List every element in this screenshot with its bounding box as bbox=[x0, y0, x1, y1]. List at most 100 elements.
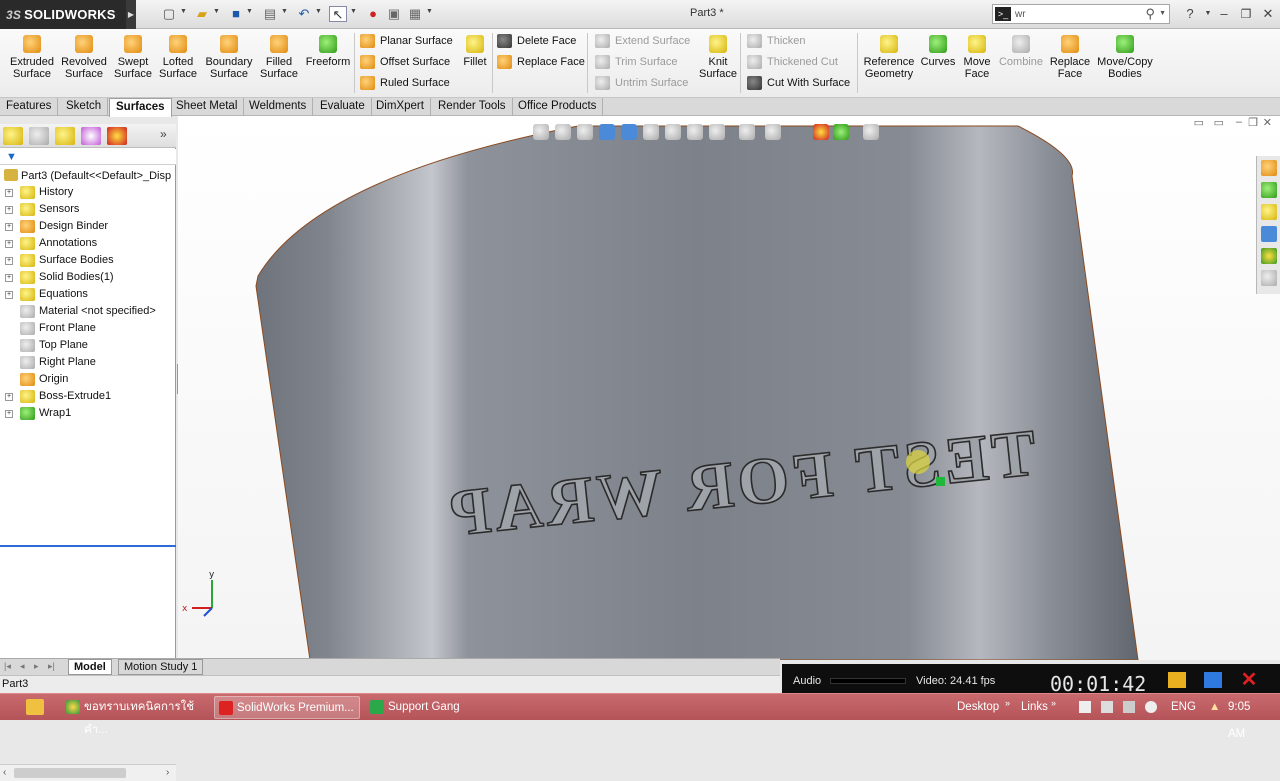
zoom-out-icon[interactable] bbox=[665, 124, 681, 140]
thicken-button[interactable]: Thicken bbox=[747, 32, 806, 50]
appearances-scenes-icon[interactable] bbox=[1261, 248, 1277, 264]
tab-render-tools[interactable]: Render Tools bbox=[432, 98, 513, 116]
tray-network-icon[interactable] bbox=[1123, 701, 1135, 713]
expand-toggle-icon[interactable]: + bbox=[5, 291, 13, 299]
search-box[interactable]: >_ ⚲ ▼ bbox=[992, 4, 1170, 24]
print-dropdown-icon[interactable]: ▼ bbox=[281, 8, 288, 15]
replace-face-button[interactable]: Replace Face bbox=[1046, 35, 1094, 93]
tree-item-origin[interactable]: Origin bbox=[0, 371, 176, 388]
expand-toggle-icon[interactable]: + bbox=[5, 240, 13, 248]
panel-horizontal-scrollbar[interactable]: ‹ › bbox=[0, 764, 176, 781]
prev-tab-icon[interactable]: ◂ bbox=[20, 661, 25, 672]
move-copy-bodies-button[interactable]: Move/Copy Bodies bbox=[1096, 35, 1154, 93]
solidworks-resources-icon[interactable] bbox=[1261, 160, 1277, 176]
select-arrow-icon[interactable]: ↖ bbox=[329, 6, 347, 22]
tree-item-annotations[interactable]: + Annotations bbox=[0, 235, 176, 252]
file-explorer-taskbar-icon[interactable] bbox=[26, 699, 44, 715]
desktop-toolbar[interactable]: Desktop bbox=[957, 694, 999, 721]
filled-surface-button[interactable]: Filled Surface bbox=[258, 35, 300, 93]
scroll-right-icon[interactable]: › bbox=[166, 767, 169, 778]
print-icon[interactable]: ▤ bbox=[261, 6, 279, 22]
swept-surface-button[interactable]: Swept Surface bbox=[112, 35, 154, 93]
new-document-icon[interactable]: ▢ bbox=[160, 6, 178, 22]
new-dropdown-icon[interactable]: ▼ bbox=[180, 8, 187, 15]
menu-expand-arrow-icon[interactable]: ▶ bbox=[126, 0, 136, 29]
tab-office-products[interactable]: Office Products bbox=[512, 98, 604, 116]
tray-app-icon-1[interactable] bbox=[1079, 701, 1091, 713]
extruded-surface-button[interactable]: Extruded Surface bbox=[6, 35, 58, 93]
view-settings-icon[interactable] bbox=[863, 124, 879, 140]
apply-scene-icon[interactable] bbox=[813, 124, 829, 140]
design-library-icon[interactable] bbox=[1261, 182, 1277, 198]
first-tab-icon[interactable]: |◂ bbox=[4, 661, 11, 672]
tree-item-right-plane[interactable]: Right Plane bbox=[0, 354, 176, 371]
expand-toggle-icon[interactable]: + bbox=[5, 223, 13, 231]
graphics-area[interactable]: TEST FOR WRAP ▭ ▭ – ❐ ✕ y x bbox=[178, 116, 1280, 660]
stop-recording-icon[interactable] bbox=[1204, 672, 1222, 688]
zoom-in-icon[interactable] bbox=[643, 124, 659, 140]
restore-window-button[interactable]: ❐ bbox=[1237, 5, 1255, 23]
configuration-manager-tab-icon[interactable] bbox=[55, 127, 75, 145]
links-toolbar[interactable]: Links bbox=[1021, 694, 1048, 721]
panel-expand-icon[interactable]: » bbox=[160, 127, 167, 141]
help-button[interactable]: ? bbox=[1181, 5, 1199, 23]
planar-surface-button[interactable]: Planar Surface bbox=[360, 32, 453, 50]
tree-item-surface-bodies[interactable]: + Surface Bodies bbox=[0, 252, 176, 269]
boundary-surface-button[interactable]: Boundary Surface bbox=[202, 35, 256, 93]
property-manager-tab-icon[interactable] bbox=[29, 127, 49, 145]
offset-surface-button[interactable]: Offset Surface bbox=[360, 53, 450, 71]
taskbar-support-gang-window[interactable]: Support Gang bbox=[366, 696, 486, 719]
revolved-surface-button[interactable]: Revolved Surface bbox=[58, 35, 110, 93]
fillet-button[interactable]: Fillet bbox=[460, 35, 490, 93]
knit-surface-button[interactable]: Knit Surface bbox=[698, 35, 738, 93]
cut-with-surface-button[interactable]: Cut With Surface bbox=[747, 74, 850, 92]
zoom-to-fit-icon[interactable] bbox=[555, 124, 571, 140]
save-dropdown-icon[interactable]: ▼ bbox=[246, 8, 253, 15]
tree-item-history[interactable]: + History bbox=[0, 184, 176, 201]
undo-icon[interactable]: ↶ bbox=[295, 6, 313, 22]
tray-volume-icon[interactable] bbox=[1145, 701, 1157, 713]
tree-item-material[interactable]: Material <not specified> bbox=[0, 303, 176, 320]
tab-features[interactable]: Features bbox=[0, 98, 59, 116]
lofted-surface-button[interactable]: Lofted Surface bbox=[156, 35, 200, 93]
tree-item-top-plane[interactable]: Top Plane bbox=[0, 337, 176, 354]
tree-item-solid-bodies[interactable]: + Solid Bodies(1) bbox=[0, 269, 176, 286]
view-orientation-icon[interactable] bbox=[533, 124, 549, 140]
tile-horizontal-icon[interactable]: ▭ bbox=[1194, 116, 1204, 129]
file-properties-icon[interactable]: ▣ bbox=[385, 6, 403, 22]
tray-notification-icon[interactable]: ▲ bbox=[1209, 694, 1220, 721]
tab-model[interactable]: Model bbox=[68, 659, 112, 675]
file-explorer-icon[interactable] bbox=[1261, 204, 1277, 220]
tab-sheet-metal[interactable]: Sheet Metal bbox=[170, 98, 245, 116]
tree-item-equations[interactable]: + Equations bbox=[0, 286, 176, 303]
feature-manager-tab-icon[interactable] bbox=[3, 127, 23, 145]
expand-toggle-icon[interactable]: + bbox=[5, 393, 13, 401]
tree-filter[interactable]: ▼ bbox=[0, 149, 176, 165]
previous-view-icon[interactable] bbox=[599, 124, 615, 140]
open-folder-icon[interactable]: ▰ bbox=[193, 6, 211, 22]
expand-toggle-icon[interactable]: + bbox=[5, 206, 13, 214]
tab-surfaces[interactable]: Surfaces bbox=[109, 98, 172, 117]
hide-show-items-icon[interactable] bbox=[739, 124, 755, 140]
tab-weldments[interactable]: Weldments bbox=[243, 98, 314, 116]
options-dropdown-icon[interactable]: ▼ bbox=[426, 8, 433, 15]
select-dropdown-icon[interactable]: ▼ bbox=[350, 8, 357, 15]
thickened-cut-button[interactable]: Thickened Cut bbox=[747, 53, 838, 71]
edit-appearance-icon[interactable] bbox=[765, 124, 781, 140]
language-indicator[interactable]: ENG bbox=[1171, 694, 1196, 721]
rotate-view-icon[interactable] bbox=[687, 124, 703, 140]
view-palette-icon[interactable] bbox=[1261, 226, 1277, 242]
extend-surface-button[interactable]: Extend Surface bbox=[595, 32, 690, 50]
search-magnifier-icon[interactable]: ⚲ bbox=[1145, 6, 1155, 22]
zoom-area-icon[interactable] bbox=[577, 124, 593, 140]
curves-button[interactable]: Curves bbox=[918, 35, 958, 93]
reference-geometry-button[interactable]: Reference Geometry bbox=[862, 35, 916, 93]
trim-surface-button[interactable]: Trim Surface bbox=[595, 53, 678, 71]
display-style-icon[interactable] bbox=[709, 124, 725, 140]
minimize-window-button[interactable]: – bbox=[1215, 5, 1233, 23]
desktop-expand-icon[interactable]: » bbox=[1005, 690, 1010, 717]
tab-motion-study[interactable]: Motion Study 1 bbox=[118, 659, 204, 675]
search-dropdown-icon[interactable]: ▼ bbox=[1159, 10, 1166, 17]
taskbar-browser-window[interactable]: ขอทราบเทคนิคการใช้คำ... bbox=[62, 696, 208, 736]
tree-item-design-binder[interactable]: + Design Binder bbox=[0, 218, 176, 235]
